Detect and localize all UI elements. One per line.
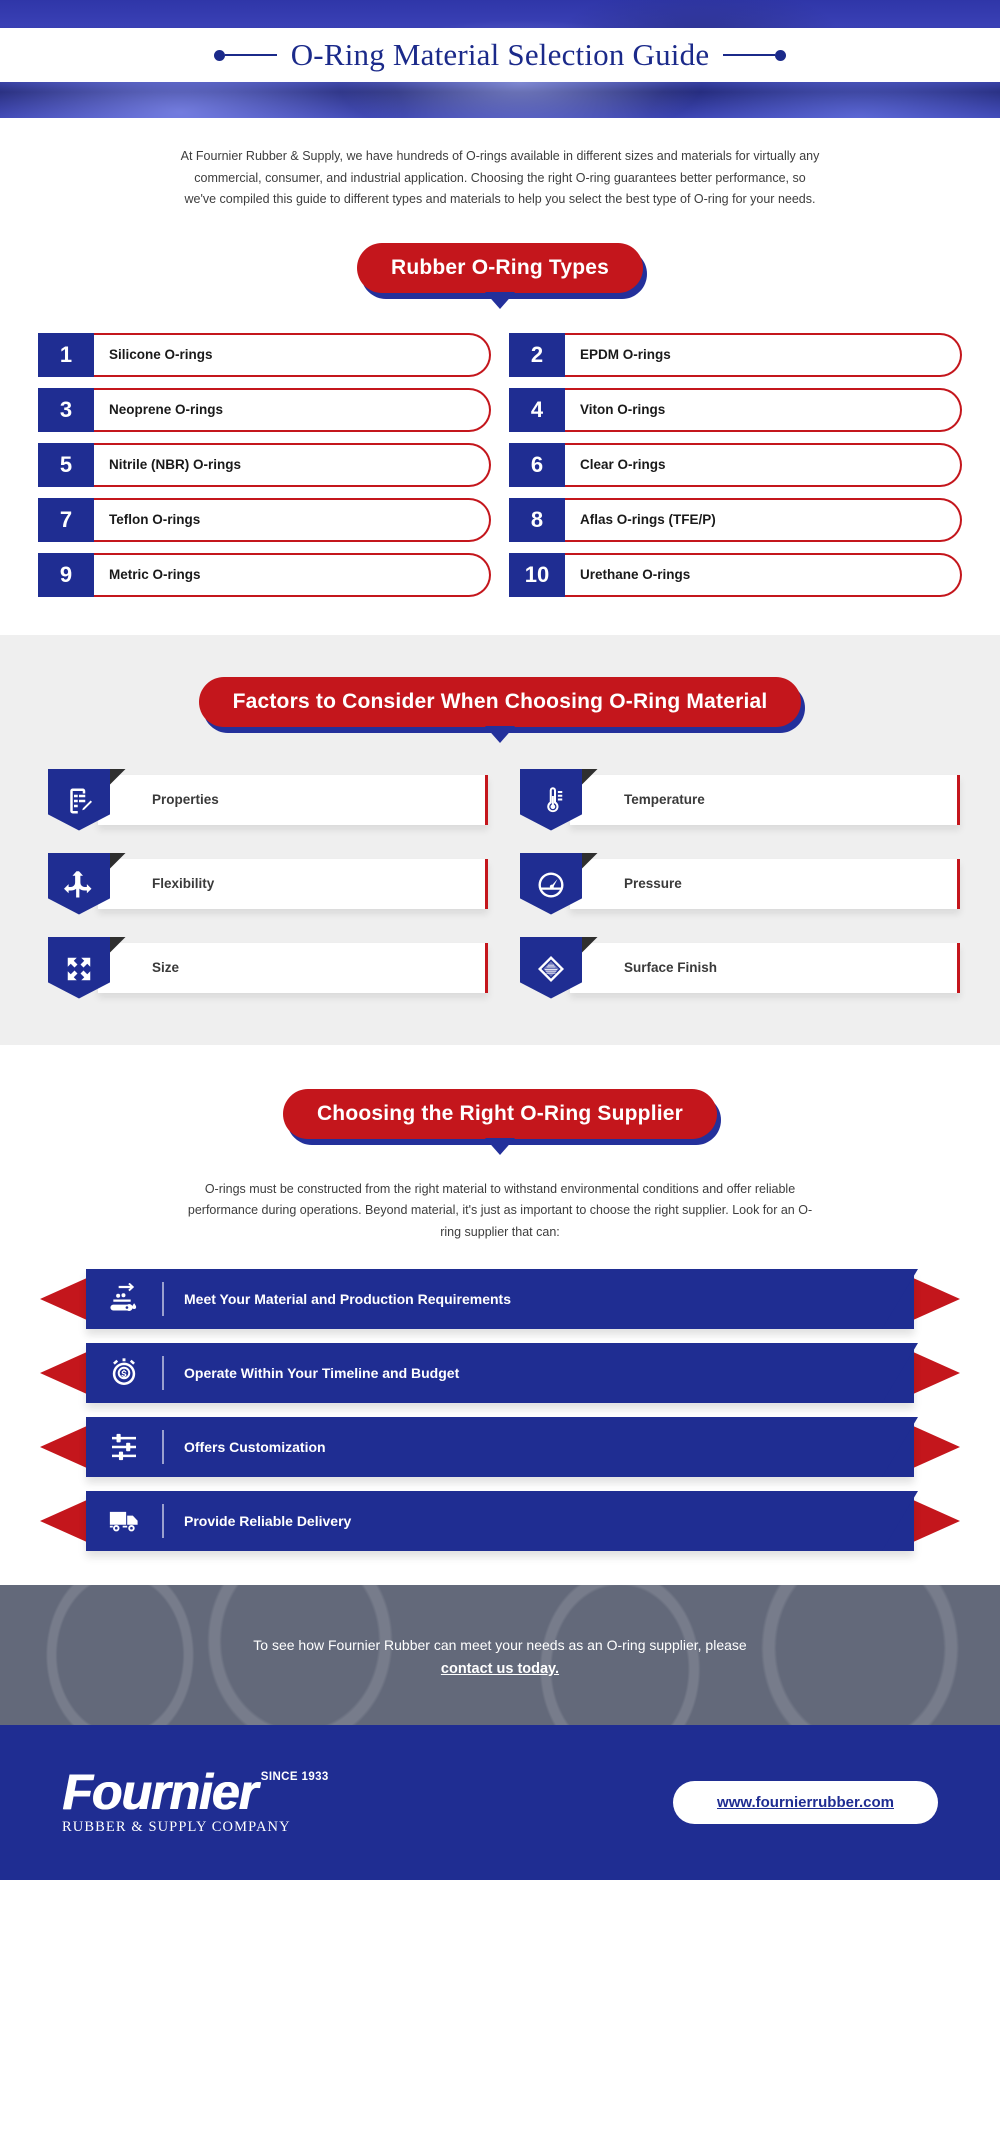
- supplier-criteria-label: Provide Reliable Delivery: [184, 1513, 352, 1529]
- supplier-criteria-item[interactable]: Provide Reliable Delivery: [38, 1491, 962, 1551]
- oring-type-label: Teflon O-rings: [92, 497, 491, 542]
- alarm-dollar-icon: [86, 1357, 162, 1389]
- supplier-criteria-label: Operate Within Your Timeline and Budget: [184, 1365, 460, 1381]
- oring-type-number: 6: [509, 442, 565, 487]
- factor-label: Size: [152, 960, 180, 975]
- hero-banner: O-Ring Material Selection Guide: [0, 0, 1000, 118]
- factor-card[interactable]: Properties: [40, 768, 488, 831]
- sliders-icon: [86, 1431, 162, 1463]
- oring-type-number: 9: [38, 552, 94, 597]
- thermometer-icon: [520, 768, 582, 831]
- oring-type-number: 2: [509, 332, 565, 377]
- supplier-heading: Choosing the Right O-Ring Supplier: [282, 1088, 718, 1139]
- oring-type-number: 7: [38, 497, 94, 542]
- factor-label: Surface Finish: [624, 960, 718, 975]
- supplier-criteria-label: Meet Your Material and Production Requir…: [184, 1291, 511, 1307]
- oring-type-label: Neoprene O-rings: [92, 387, 491, 432]
- delivery-truck-icon: [86, 1505, 162, 1537]
- contact-us-link[interactable]: contact us today.: [441, 1661, 559, 1677]
- oring-type-label: Aflas O-rings (TFE/P): [563, 497, 962, 542]
- oring-types-list: 1 Silicone O-rings 2 EPDM O-rings 3 Neoprene …: [38, 332, 962, 597]
- supplier-section: Choosing the Right O-Ring Supplier O-rin…: [0, 1044, 1000, 1585]
- website-url-button[interactable]: www.fournierrubber.com: [673, 1781, 938, 1824]
- supplier-criteria-label: Offers Customization: [184, 1439, 326, 1455]
- factor-card[interactable]: Flexibility: [40, 852, 488, 915]
- factors-heading-wrap: Factors to Consider When Choosing O-Ring…: [0, 676, 1000, 743]
- oring-type-label: Metric O-rings: [92, 552, 491, 597]
- oring-type-label: Clear O-rings: [563, 442, 962, 487]
- factors-heading: Factors to Consider When Choosing O-Ring…: [198, 676, 802, 727]
- factor-card[interactable]: Pressure: [512, 852, 960, 915]
- clipboard-pencil-icon: [48, 768, 110, 831]
- oring-type-item[interactable]: 3 Neoprene O-rings: [38, 387, 491, 432]
- factors-section: Factors to Consider When Choosing O-Ring…: [0, 634, 1000, 1045]
- heading-arrow-icon: [485, 291, 515, 309]
- factor-label: Pressure: [624, 876, 682, 891]
- supplier-heading-wrap: Choosing the Right O-Ring Supplier: [0, 1088, 1000, 1155]
- oring-type-item[interactable]: 9 Metric O-rings: [38, 552, 491, 597]
- title-left-marker: [213, 49, 277, 61]
- supplier-criteria-item[interactable]: Offers Customization: [38, 1417, 962, 1477]
- factor-label: Flexibility: [152, 876, 215, 891]
- oring-type-label: Silicone O-rings: [92, 332, 491, 377]
- logo-subtitle: RUBBER & SUPPLY COMPANY: [62, 1818, 291, 1835]
- oring-type-item[interactable]: 1 Silicone O-rings: [38, 332, 491, 377]
- oring-type-label: EPDM O-rings: [563, 332, 962, 377]
- company-logo: Fournier SINCE 1933 RUBBER & SUPPLY COMP…: [62, 1764, 329, 1836]
- title-right-marker: [723, 49, 787, 61]
- oring-type-item[interactable]: 7 Teflon O-rings: [38, 497, 491, 542]
- infographic-page: O-Ring Material Selection Guide At Fourn…: [0, 0, 1000, 2149]
- production-flow-icon: [86, 1283, 162, 1315]
- oring-type-number: 8: [509, 497, 565, 542]
- intro-paragraph: At Fournier Rubber & Supply, we have hun…: [180, 149, 820, 206]
- branching-arrows-icon: [48, 852, 110, 915]
- factor-label: Temperature: [624, 792, 705, 807]
- factor-card[interactable]: Surface Finish: [512, 936, 960, 999]
- oring-type-item[interactable]: 2 EPDM O-rings: [509, 332, 962, 377]
- title-band: O-Ring Material Selection Guide: [0, 28, 1000, 82]
- logo-wordmark: Fournier: [62, 1764, 258, 1821]
- oring-type-item[interactable]: 6 Clear O-rings: [509, 442, 962, 487]
- oring-type-label: Nitrile (NBR) O-rings: [92, 442, 491, 487]
- supplier-criteria-item[interactable]: Operate Within Your Timeline and Budget: [38, 1343, 962, 1403]
- footer: Fournier SINCE 1933 RUBBER & SUPPLY COMP…: [0, 1725, 1000, 1880]
- factors-list: Properties Temperature Flexibility Pressure…: [40, 727, 960, 999]
- heading-arrow-icon: [484, 1137, 515, 1155]
- cta-banner: To see how Fournier Rubber can meet your…: [0, 1585, 1000, 1725]
- supplier-paragraph: O-rings must be constructed from the rig…: [187, 1181, 813, 1239]
- oring-type-label: Viton O-rings: [563, 387, 962, 432]
- oring-type-label: Urethane O-rings: [563, 552, 962, 597]
- expand-arrows-icon: [48, 936, 110, 999]
- oring-type-number: 1: [38, 332, 94, 377]
- gauge-icon: [520, 852, 582, 915]
- oring-type-number: 4: [509, 387, 565, 432]
- types-heading: Rubber O-Ring Types: [356, 242, 644, 293]
- supplier-criteria-list: Meet Your Material and Production Requir…: [38, 1269, 962, 1551]
- oring-type-item[interactable]: 5 Nitrile (NBR) O-rings: [38, 442, 491, 487]
- oring-type-item[interactable]: 10 Urethane O-rings: [509, 552, 962, 597]
- page-title: O-Ring Material Selection Guide: [290, 37, 710, 72]
- diamond-texture-icon: [520, 936, 582, 999]
- factor-card[interactable]: Temperature: [512, 768, 960, 831]
- heading-arrow-icon: [484, 725, 515, 743]
- cta-text: To see how Fournier Rubber can meet your…: [253, 1637, 747, 1654]
- oring-type-number: 10: [509, 552, 565, 597]
- supplier-criteria-item[interactable]: Meet Your Material and Production Requir…: [38, 1269, 962, 1329]
- factor-label: Properties: [152, 792, 219, 807]
- factor-card[interactable]: Size: [40, 936, 488, 999]
- types-heading-wrap: Rubber O-Ring Types: [0, 242, 1000, 309]
- oring-type-number: 3: [38, 387, 94, 432]
- oring-type-number: 5: [38, 442, 94, 487]
- oring-type-item[interactable]: 8 Aflas O-rings (TFE/P): [509, 497, 962, 542]
- logo-since-text: SINCE 1933: [260, 1770, 329, 1783]
- oring-type-item[interactable]: 4 Viton O-rings: [509, 387, 962, 432]
